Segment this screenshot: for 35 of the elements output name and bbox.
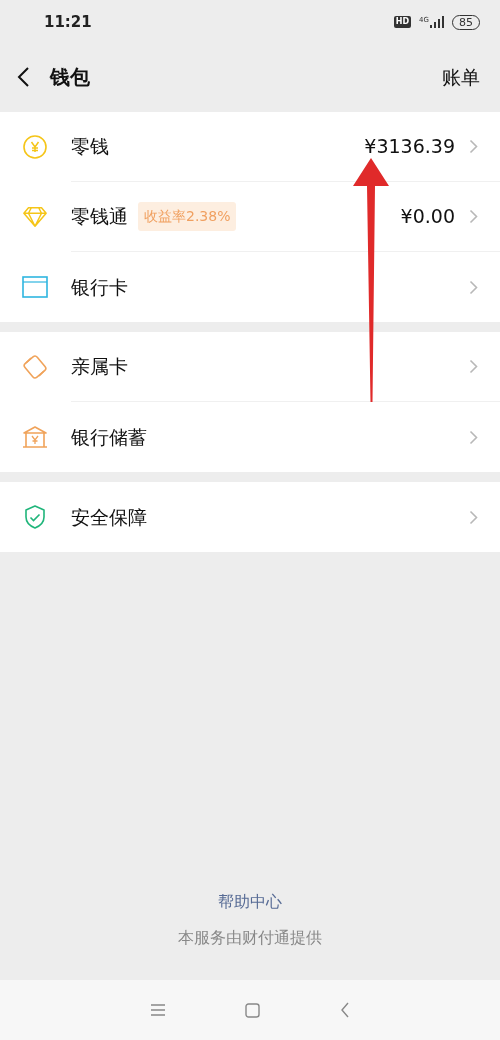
chevron-right-icon (469, 279, 478, 295)
chevron-right-icon (469, 209, 478, 224)
chevron-right-icon (469, 139, 478, 154)
signal-icon (430, 16, 444, 28)
shield-check-icon (23, 504, 47, 530)
diamond-icon (22, 205, 48, 229)
page-title: 钱包 (50, 64, 90, 91)
card-icon (22, 276, 48, 298)
row-value: ¥0.00 (400, 204, 455, 230)
yield-tag: 收益率2.38% (138, 202, 237, 231)
provider-note: 本服务由财付通提供 (178, 927, 322, 949)
status-time: 11:21 (44, 11, 92, 33)
back-button[interactable] (16, 66, 30, 88)
chevron-right-icon (469, 429, 478, 445)
bank-icon (22, 425, 48, 449)
row-label: 银行卡 (71, 274, 128, 300)
row-label: 零钱通 (71, 204, 128, 230)
menu-row[interactable]: 安全保障 (0, 482, 500, 552)
help-center-link[interactable]: 帮助中心 (218, 890, 282, 914)
chevron-right-icon (469, 359, 478, 374)
row-label: 零钱 (71, 134, 109, 160)
menu-icon[interactable] (149, 1003, 166, 1017)
row-label: 安全保障 (71, 504, 147, 530)
menu-row[interactable]: 银行卡 (0, 252, 500, 322)
chevron-right-icon (469, 509, 478, 525)
back-icon (16, 66, 30, 88)
yen-coin-icon (22, 134, 48, 160)
row-label: 亲属卡 (71, 354, 128, 380)
bill-link[interactable]: 账单 (442, 62, 480, 92)
menu-row[interactable]: 银行储蓄 (0, 402, 500, 472)
back-icon[interactable] (340, 1002, 351, 1018)
hd-icon: HD (393, 16, 412, 28)
row-label: 银行储蓄 (71, 424, 147, 450)
home-icon[interactable] (245, 1002, 261, 1018)
row-value: ¥3136.39 (364, 134, 455, 160)
